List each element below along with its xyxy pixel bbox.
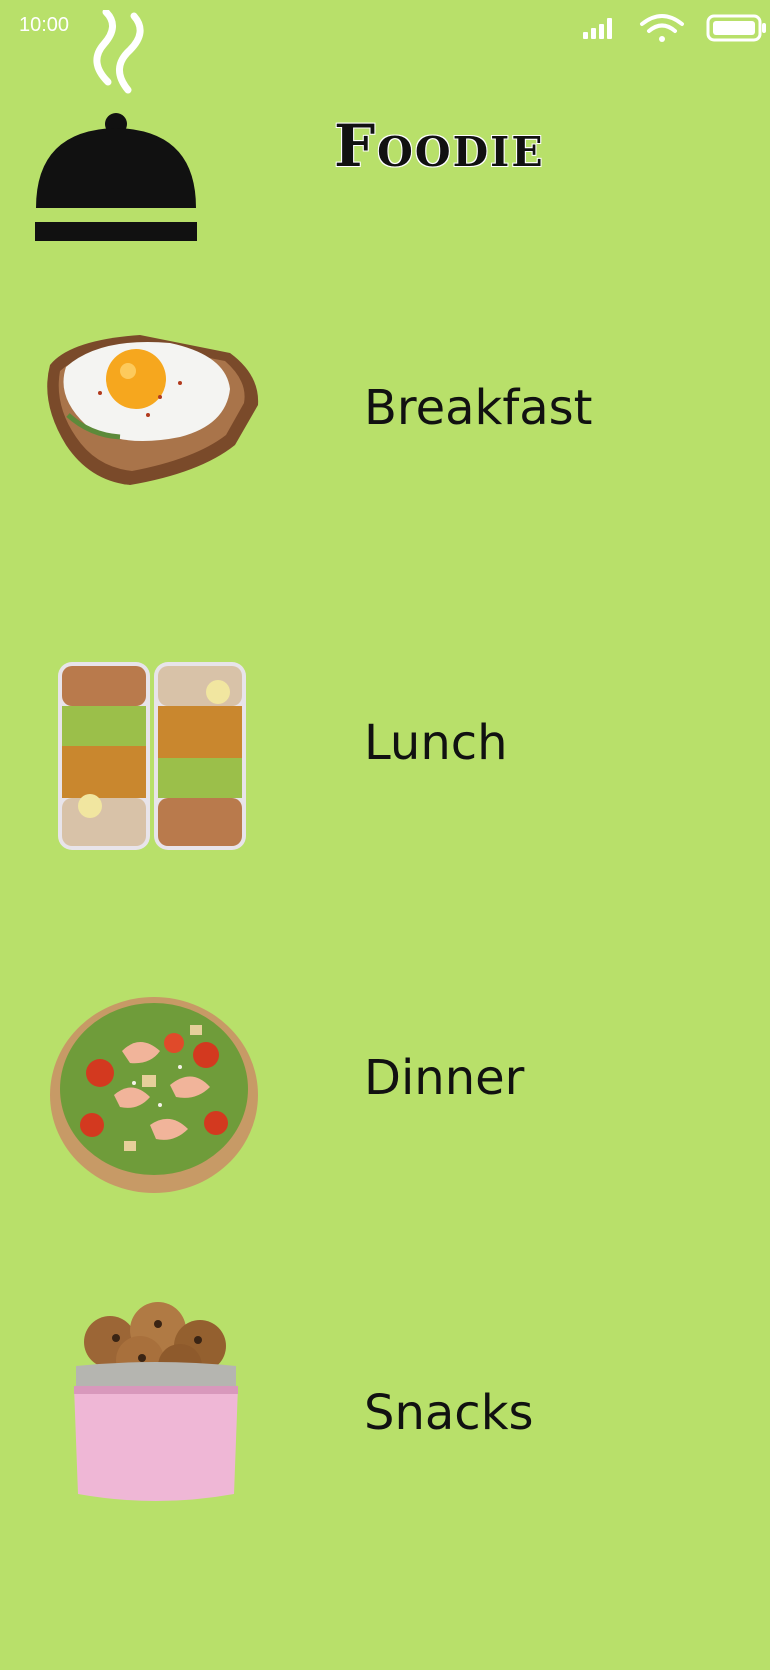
menu-item-breakfast[interactable]: Breakfast xyxy=(0,285,770,545)
meal-menu: Breakfast Lunch Dinner Snacks xyxy=(0,0,770,1670)
menu-item-snacks[interactable]: Snacks xyxy=(0,1290,770,1550)
egg-toast-image xyxy=(47,335,259,485)
menu-item-label: Lunch xyxy=(364,715,508,771)
menu-item-lunch[interactable]: Lunch xyxy=(0,620,770,880)
salad-bowl-image xyxy=(50,997,258,1193)
menu-item-label: Snacks xyxy=(364,1385,534,1441)
menu-item-label: Dinner xyxy=(364,1050,525,1106)
cookie-jar-image xyxy=(74,1302,238,1501)
menu-item-label: Breakfast xyxy=(364,380,593,436)
lunch-boxes-image xyxy=(58,662,246,850)
menu-item-dinner[interactable]: Dinner xyxy=(0,955,770,1215)
